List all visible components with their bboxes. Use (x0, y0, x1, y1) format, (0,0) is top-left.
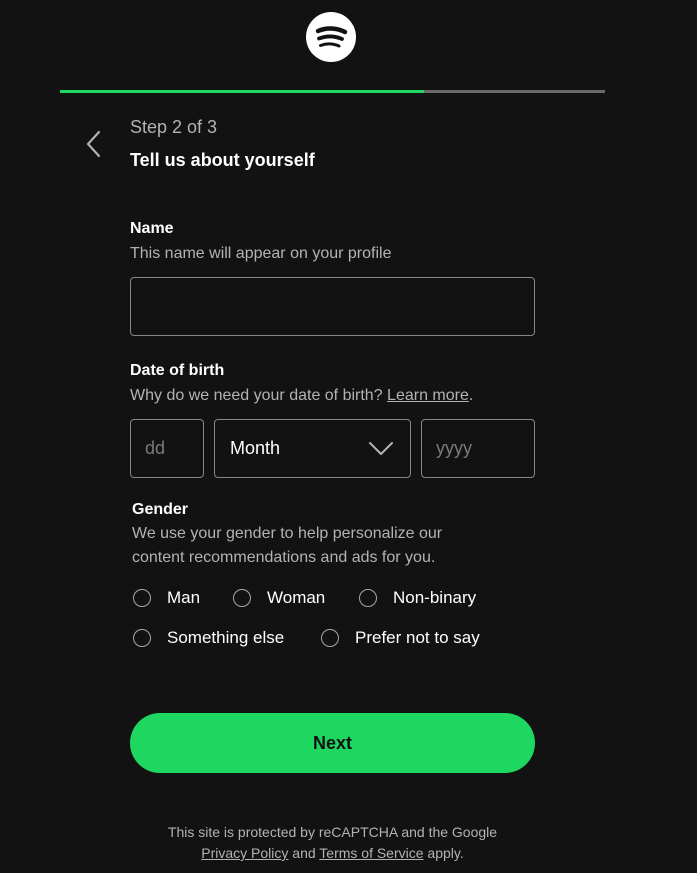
step-indicator: Step 2 of 3 (130, 117, 218, 137)
gender-option-label: Woman (267, 588, 326, 607)
chevron-down-icon (369, 442, 393, 455)
dob-help-suffix: . (468, 387, 474, 404)
year-input[interactable] (421, 419, 535, 478)
gender-option-prefer-not-to-say[interactable]: Prefer not to say (321, 626, 480, 650)
learn-more-link[interactable]: Learn more (387, 387, 469, 404)
privacy-policy-link[interactable]: Privacy Policy (201, 845, 288, 861)
legal-links: Privacy Policy and Terms of Service appl… (100, 845, 565, 861)
radio-button[interactable] (133, 629, 151, 647)
legal-and-text: and (288, 845, 320, 861)
dob-help-prefix: Why do we need your date of birth? (130, 387, 388, 404)
gender-label: Gender (132, 501, 189, 518)
radio-button[interactable] (233, 589, 251, 607)
chevron-left-icon (86, 130, 101, 158)
gender-option-label: Man (167, 588, 201, 607)
dob-help-text: Why do we need your date of birth? Learn… (130, 387, 473, 405)
page-title: Tell us about yourself (130, 150, 315, 170)
month-select[interactable]: Month (214, 419, 411, 478)
next-button[interactable]: Next (130, 713, 535, 773)
name-label: Name (130, 220, 174, 237)
gender-option-label: Something else (167, 628, 285, 647)
back-button[interactable] (80, 128, 110, 160)
legal-apply-text: apply. (423, 845, 464, 861)
recaptcha-notice: This site is protected by reCAPTCHA and … (167, 824, 498, 840)
progress-bar-fill (60, 90, 424, 93)
gender-help-line-1: We use your gender to help personalize o… (132, 525, 443, 542)
spotify-logo-icon (306, 12, 356, 62)
name-input[interactable] (130, 277, 535, 336)
day-input[interactable] (130, 419, 204, 478)
gender-option-label: Non-binary (393, 588, 477, 607)
radio-button[interactable] (359, 589, 377, 607)
dob-label: Date of birth (130, 362, 225, 379)
name-help-text: This name will appear on your profile (130, 245, 392, 262)
gender-option-woman[interactable]: Woman (233, 586, 325, 610)
signup-page: Step 2 of 3 Tell us about yourself Name … (0, 0, 697, 873)
gender-option-label: Prefer not to say (355, 628, 480, 647)
gender-help-line-2: content recommendations and ads for you. (132, 549, 436, 566)
gender-option-something-else[interactable]: Something else (133, 626, 284, 650)
gender-option-man[interactable]: Man (133, 586, 200, 610)
terms-of-service-link[interactable]: Terms of Service (319, 845, 423, 861)
radio-button[interactable] (321, 629, 339, 647)
gender-option-non-binary[interactable]: Non-binary (359, 586, 476, 610)
progress-bar (60, 90, 605, 93)
radio-button[interactable] (133, 589, 151, 607)
month-select-value: Month (230, 438, 281, 458)
